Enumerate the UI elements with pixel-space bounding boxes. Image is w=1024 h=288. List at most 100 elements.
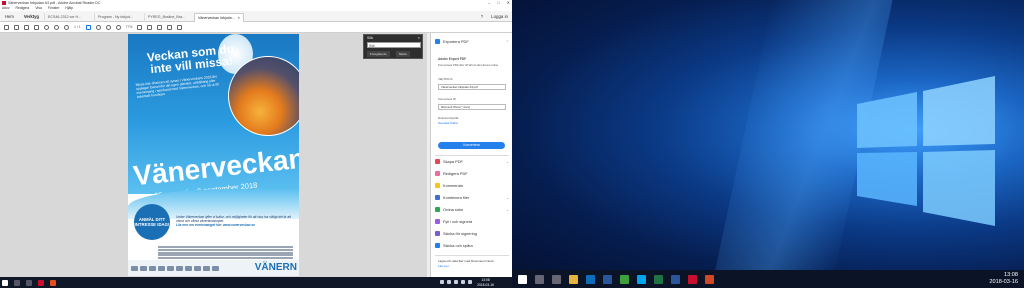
tool-edit-pdf[interactable]: Redigera PDF	[435, 171, 509, 176]
file-explorer-icon[interactable]	[569, 274, 578, 284]
word-icon[interactable]	[603, 274, 612, 284]
desktop: 13:08 2018-03-16	[512, 0, 1024, 288]
poster-badge: ANMÄL DITT INTRESSE IDAG!	[134, 204, 170, 240]
tool-label: Redigera PDF	[443, 171, 468, 176]
zoom-out-icon[interactable]	[105, 24, 111, 30]
tool-fill-sign[interactable]: Fyll i och signera	[435, 219, 509, 224]
start-icon[interactable]	[518, 274, 527, 284]
skype-icon[interactable]	[637, 274, 646, 284]
convert-to-label: Konvertera till	[438, 97, 456, 101]
tab-home[interactable]: Hem	[0, 14, 19, 19]
divider	[435, 155, 509, 156]
organize-pages-icon	[435, 207, 440, 212]
chevron-down-icon: ⌄	[505, 195, 509, 200]
clock-date: 2018-03-16	[989, 279, 1018, 285]
comment-icon[interactable]	[157, 24, 163, 30]
task-view-icon[interactable]	[26, 279, 32, 286]
fit-page-icon[interactable]	[137, 24, 143, 30]
draw-icon[interactable]	[177, 24, 183, 30]
page-down-icon[interactable]	[64, 24, 69, 30]
highlight-icon[interactable]	[167, 24, 173, 30]
document-tab[interactable]: PYREG_Bosline_Bra...	[143, 12, 194, 22]
scroll-mode-icon[interactable]	[147, 24, 153, 30]
export-pdf-label: Exportera PDF	[443, 39, 469, 44]
print-icon[interactable]	[24, 24, 29, 30]
login-link[interactable]: Logga in	[491, 14, 508, 19]
close-tab-icon[interactable]: ×	[238, 16, 240, 20]
tool-send-track[interactable]: Skicka och spåra	[435, 243, 509, 248]
document-tab[interactable]: ECS46-2312 ver H...	[43, 12, 94, 22]
convert-to-select[interactable]: Microsoft Word (*.docx)	[438, 104, 506, 110]
search-icon[interactable]	[44, 24, 49, 30]
powerpoint-taskbar-icon[interactable]	[705, 274, 714, 284]
tool-label: Kommentar	[443, 183, 464, 188]
select-cursor-icon[interactable]	[85, 24, 91, 30]
taskbar-clock-left[interactable]: 13:08 2018-03-16	[477, 278, 494, 287]
task-view-icon[interactable]	[552, 274, 561, 284]
zoom-level[interactable]: 77%	[126, 25, 133, 29]
find-buttons: Föregående Nästa	[367, 51, 410, 57]
document-tab[interactable]: Program - Ny inbjud...	[93, 12, 144, 22]
document-view[interactable]: Veckan som du inte vill missa! Missa int…	[0, 33, 430, 277]
tab-tools[interactable]: Verktyg	[19, 14, 44, 19]
chrome-icon[interactable]	[620, 274, 629, 284]
cloud-storage-text: Lagra och dela filer med Document Cloud	[438, 259, 494, 263]
powerpoint-taskbar-icon[interactable]	[50, 279, 56, 286]
outlook-icon[interactable]	[586, 274, 595, 284]
tool-label: Skicka för signering	[443, 231, 477, 236]
word-doc-icon[interactable]	[671, 274, 680, 284]
document-tab-label: PYREG_Bosline_Bra...	[147, 15, 185, 19]
sunset-photo	[228, 56, 299, 136]
find-title: Sök	[367, 36, 374, 40]
poster-url: Läs mer om evenemanget här: www.vanervec…	[176, 222, 255, 227]
find-prev-button[interactable]: Föregående	[367, 51, 390, 57]
page-up-icon[interactable]	[54, 24, 59, 30]
convert-button[interactable]: Konvertera	[438, 142, 505, 149]
chevron-down-icon: ⌄	[505, 159, 509, 164]
hand-tool-icon[interactable]	[95, 24, 101, 30]
find-next-button[interactable]: Nästa	[395, 51, 410, 57]
close-find-icon[interactable]: ×	[418, 35, 420, 40]
learn-more-link[interactable]: Läs mer	[438, 264, 449, 268]
clock-date: 2018-03-16	[477, 282, 494, 287]
document-tab-active[interactable]: Vänerveckan Inbjudn... ×	[193, 12, 244, 22]
tool-send-sign[interactable]: Skicka för signering	[435, 231, 509, 236]
help-icon[interactable]: ?	[481, 14, 483, 19]
find-input[interactable]: Sök	[367, 42, 421, 48]
send-track-icon	[435, 243, 440, 248]
page-counter[interactable]: 1 / 1	[74, 25, 81, 29]
start-icon[interactable]	[2, 279, 8, 286]
excel-icon[interactable]	[654, 274, 663, 284]
acrobat-taskbar-icon[interactable]	[38, 279, 44, 286]
tool-comment[interactable]: Kommentar	[435, 183, 509, 188]
acrobat-app-icon	[2, 1, 6, 5]
taskbar-clock-right[interactable]: 13:08 2018-03-16	[989, 272, 1018, 286]
export-desc: Konvertera PDF-filer till Word eller Exc…	[438, 63, 499, 67]
clock-time: 13:08	[1004, 272, 1018, 278]
file-name-field[interactable]: Vänerveckan Inbjudan A3.pdf	[438, 84, 506, 90]
tool-organize[interactable]: Ordna sidor ⌄	[435, 207, 509, 212]
upload-icon[interactable]	[14, 24, 19, 30]
search-taskbar-icon[interactable]	[535, 274, 544, 284]
language-value[interactable]: Svenska Ändra	[438, 121, 508, 125]
search-taskbar-icon[interactable]	[14, 279, 20, 286]
zoom-in-icon[interactable]	[115, 24, 121, 30]
export-pdf-icon	[435, 39, 440, 44]
export-product: Adobe Export PDF	[438, 57, 467, 61]
email-icon[interactable]	[34, 24, 39, 30]
export-pdf-header[interactable]: Exportera PDF ⌃	[435, 39, 509, 44]
tabbar-right: ? Logga in	[481, 14, 512, 19]
save-icon[interactable]	[4, 24, 9, 30]
tool-combine[interactable]: Kombinera filer ⌄	[435, 195, 509, 200]
divider	[435, 255, 509, 256]
language-label: Dokumentspråk:	[438, 116, 460, 120]
acrobat-taskbar-icon[interactable]	[688, 274, 697, 284]
create-pdf-icon	[435, 159, 440, 164]
poster-info: Under Vänerveckan lyfter vi kultur- och …	[176, 215, 294, 227]
acrobat-window: Vänerveckan Inbjudan A3.pdf - Adobe Acro…	[0, 0, 512, 288]
document-tab-label: Vänerveckan Inbjudn...	[197, 15, 235, 20]
tool-create-pdf[interactable]: Skapa PDF ⌄	[435, 159, 509, 164]
taskbar-left: 13:08 2018-03-16	[0, 277, 512, 288]
document-tab-label: Program - Ny inbjud...	[97, 15, 133, 19]
combine-files-icon	[435, 195, 440, 200]
